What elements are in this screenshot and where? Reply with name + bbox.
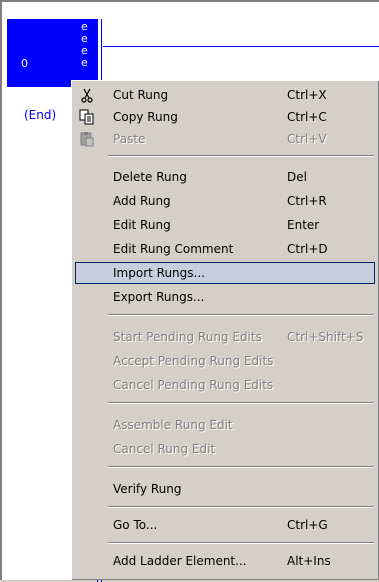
menu-item-shortcut: Ctrl+D <box>287 242 328 256</box>
menu-item-shortcut: Ctrl+X <box>287 88 327 102</box>
menu-item-label: Accept Pending Rung Edits <box>113 354 274 368</box>
menu-item-label: Verify Rung <box>113 482 182 496</box>
menu-item-accept-pending-rung-edits[interactable]: Accept Pending Rung Edits <box>75 350 375 372</box>
menu-item-add-ladder-element[interactable]: Add Ladder Element... Alt+Ins <box>75 550 375 572</box>
menu-item-cut-rung[interactable]: Cut Rung Ctrl+X <box>75 84 375 106</box>
menu-item-shortcut: Del <box>287 170 307 184</box>
menu-item-export-rungs[interactable]: Export Rungs... <box>75 286 375 308</box>
menu-item-label: Go To... <box>113 518 158 532</box>
menu-item-label: Edit Rung <box>113 218 171 232</box>
menu-item-label: Add Ladder Element... <box>113 554 247 568</box>
paste-icon <box>80 132 94 147</box>
menu-item-go-to[interactable]: Go To... Ctrl+G <box>75 514 375 536</box>
menu-item-add-rung[interactable]: Add Rung Ctrl+R <box>75 190 375 212</box>
menu-item-edit-rung-comment[interactable]: Edit Rung Comment Ctrl+D <box>75 238 375 260</box>
menu-item-shortcut: Alt+Ins <box>287 554 331 568</box>
menu-item-label: Cancel Rung Edit <box>113 442 216 456</box>
menu-item-shortcut: Ctrl+V <box>287 132 327 146</box>
rung-wire <box>103 46 379 47</box>
menu-item-shortcut: Ctrl+R <box>287 194 327 208</box>
menu-item-copy-rung[interactable]: Copy Rung Ctrl+C <box>75 106 375 128</box>
rung-selection[interactable]: 0 e e e e <box>7 19 98 87</box>
rung-e-mark: e <box>81 32 88 45</box>
menu-item-cancel-rung-edit[interactable]: Cancel Rung Edit <box>75 438 375 460</box>
menu-item-assemble-rung-edit[interactable]: Assemble Rung Edit <box>75 414 375 436</box>
menu-item-label: Import Rungs... <box>113 266 205 280</box>
rung-e-mark: e <box>81 56 88 69</box>
menu-item-paste[interactable]: Paste Ctrl+V <box>75 128 375 150</box>
menu-item-label: Copy Rung <box>113 110 178 124</box>
menu-item-shortcut: Enter <box>287 218 320 232</box>
menu-item-shortcut: Ctrl+Shift+S <box>287 330 364 344</box>
menu-item-label: Start Pending Rung Edits <box>113 330 262 344</box>
menu-separator <box>108 402 374 404</box>
menu-separator <box>108 314 374 316</box>
menu-separator <box>108 466 374 468</box>
menu-item-label: Cut Rung <box>113 88 169 102</box>
menu-item-verify-rung[interactable]: Verify Rung <box>75 478 375 500</box>
rung-e-mark: e <box>81 44 88 57</box>
rung-number: 0 <box>21 57 28 70</box>
menu-item-label: Cancel Pending Rung Edits <box>113 378 274 392</box>
menu-separator <box>108 542 374 544</box>
menu-item-label: Paste <box>113 132 146 146</box>
menu-item-start-pending-rung-edits[interactable]: Start Pending Rung Edits Ctrl+Shift+S <box>75 326 375 348</box>
menu-item-label: Export Rungs... <box>113 290 205 304</box>
menu-item-shortcut: Ctrl+C <box>287 110 327 124</box>
menu-item-delete-rung[interactable]: Delete Rung Del <box>75 166 375 188</box>
menu-item-label: Delete Rung <box>113 170 187 184</box>
rung-e-mark: e <box>81 20 88 33</box>
menu-separator <box>108 155 374 157</box>
menu-item-label: Edit Rung Comment <box>113 242 234 256</box>
menu-item-edit-rung[interactable]: Edit Rung Enter <box>75 214 375 236</box>
menu-item-import-rungs[interactable]: Import Rungs... <box>75 262 375 284</box>
end-rung-label: (End) <box>24 108 57 122</box>
scissors-icon <box>81 88 93 103</box>
menu-item-cancel-pending-rung-edits[interactable]: Cancel Pending Rung Edits <box>75 374 375 396</box>
menu-item-shortcut: Ctrl+G <box>287 518 328 532</box>
context-menu: Cut Rung Ctrl+X Copy Rung Ctrl+C Paste C… <box>71 80 379 580</box>
menu-item-label: Assemble Rung Edit <box>113 418 233 432</box>
menu-item-label: Add Rung <box>113 194 171 208</box>
copy-icon <box>79 109 94 125</box>
menu-separator <box>108 506 374 508</box>
